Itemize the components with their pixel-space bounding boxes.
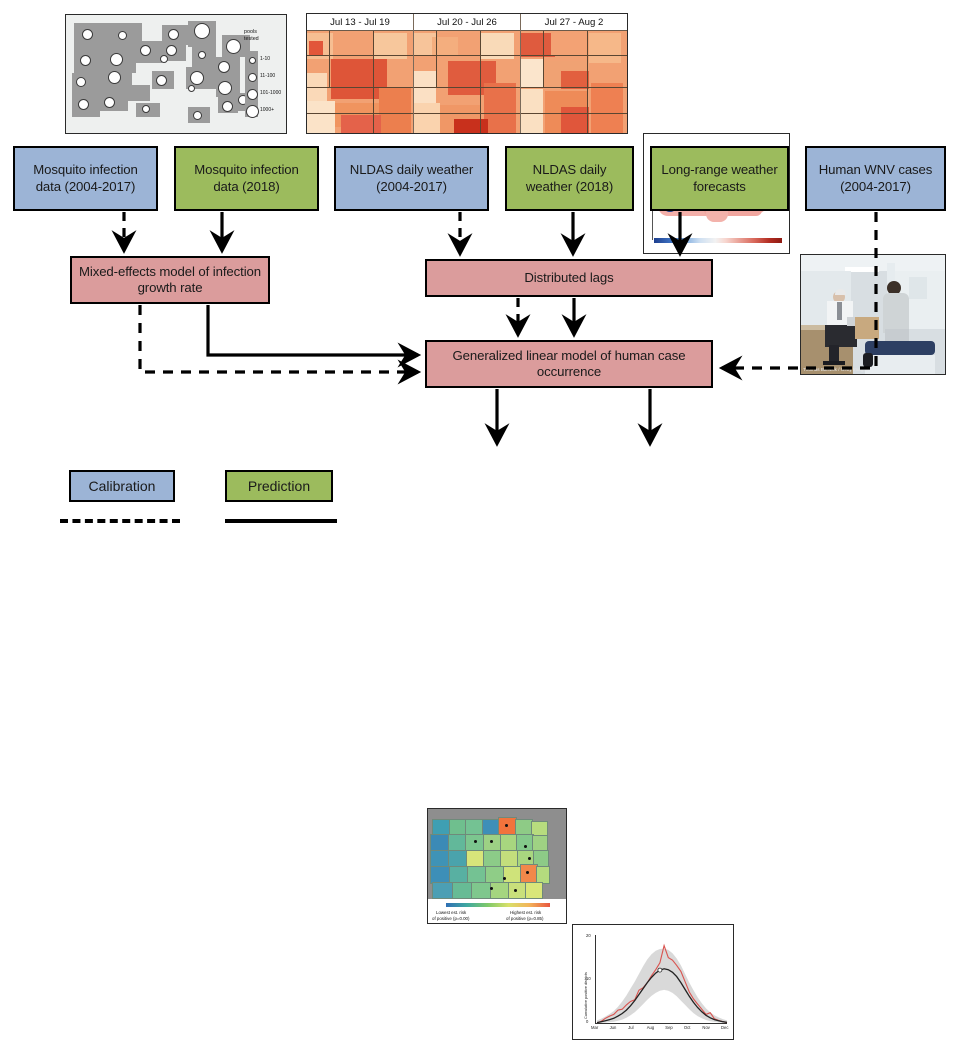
noaa-colorbar — [654, 238, 782, 243]
legend-swatch-calibration: Calibration — [69, 470, 175, 502]
epi-x-tick: Sep — [665, 1025, 673, 1030]
input-box-nldas-weather-2018[interactable]: NLDAS daily weather (2018) — [505, 146, 634, 211]
risk-legend-low-line2: of positive (p=0.00) — [432, 916, 470, 921]
input-box-mosquito-infection-2004-2017[interactable]: Mosquito infection data (2004-2017) — [13, 146, 158, 211]
epi-y-tick: 0 — [586, 1019, 589, 1024]
epi-x-tick: Mar — [591, 1025, 599, 1030]
epi-y-tick: 20 — [586, 933, 591, 938]
weather-panel-title-1: Jul 20 - Jul 26 — [414, 14, 520, 31]
legend-line-calibration — [60, 519, 180, 523]
pools-legend-class-0: 1-10 — [260, 56, 271, 62]
pools-tested-map-panel: pools tested 1-10 11-100 101-1000 1000+ — [65, 14, 287, 134]
weather-panel-2: Jul 27 - Aug 2 — [521, 14, 627, 133]
legend-label-prediction: Prediction — [247, 478, 311, 494]
legend-label-calibration: Calibration — [88, 478, 156, 494]
epi-x-tick: Oct — [683, 1025, 691, 1030]
input-box-label: NLDAS daily weather (2004-2017) — [349, 162, 474, 194]
model-box-distributed-lags[interactable]: Distributed lags — [425, 259, 713, 297]
input-box-mosquito-infection-2018[interactable]: Mosquito infection data (2018) — [174, 146, 319, 211]
photo-credit: Thomas Barwick / Getty Images — [803, 367, 869, 372]
weather-panel-title-0: Jul 13 - Jul 19 — [307, 14, 413, 31]
input-box-label: NLDAS daily weather (2018) — [525, 162, 614, 194]
epi-curve-panel: Cumulative positive districts Mar Jun Jul A… — [572, 924, 734, 1040]
input-box-label: Human WNV cases (2004-2017) — [818, 162, 933, 194]
input-box-label: Long-range weather forecasts — [661, 162, 778, 194]
input-box-label: Mosquito infection data (2004-2017) — [33, 162, 138, 194]
clinic-photo-panel: Thomas Barwick / Getty Images — [800, 254, 946, 375]
input-box-label: Mosquito infection data (2018) — [194, 162, 299, 194]
pools-legend-title-line1: pools — [244, 29, 257, 35]
pools-legend-class-3: 1000+ — [260, 107, 275, 113]
legend-swatch-prediction: Prediction — [225, 470, 333, 502]
epi-x-tick: Jul — [628, 1025, 634, 1030]
pools-legend-title-line2: tested — [244, 36, 259, 42]
model-box-label: Distributed lags — [524, 269, 614, 285]
epi-y-tick: 10 — [586, 976, 591, 981]
weather-panel-title-2: Jul 27 - Aug 2 — [521, 14, 627, 31]
risk-map-colorbar — [446, 903, 550, 907]
model-box-mixed-effects[interactable]: Mixed-effects model of infection growth … — [70, 256, 270, 304]
model-box-glm[interactable]: Generalized linear model of human case o… — [425, 340, 713, 388]
model-box-label: Generalized linear model of human case o… — [452, 347, 686, 379]
model-box-label: Mixed-effects model of infection growth … — [78, 263, 261, 295]
epi-x-tick: Dec — [721, 1025, 729, 1030]
weather-triptych-panel: Jul 13 - Jul 19 Jul 20 - Jul 26 Jul 27 -… — [306, 13, 628, 134]
pools-legend-class-2: 101-1000 — [260, 90, 282, 96]
weather-panel-1: Jul 20 - Jul 26 — [414, 14, 521, 133]
input-box-human-wnv-cases[interactable]: Human WNV cases (2004-2017) — [805, 146, 946, 211]
epi-x-tick: Nov — [702, 1025, 710, 1030]
risk-legend-high-line2: of positive (p=0.85) — [506, 916, 544, 921]
weather-panel-0: Jul 13 - Jul 19 — [307, 14, 414, 133]
pools-legend-class-1: 11-100 — [260, 73, 276, 79]
epi-x-tick: Aug — [646, 1025, 655, 1030]
epi-x-tick: Jun — [609, 1025, 617, 1030]
risk-legend-high-line1: Highest est. risk — [510, 910, 542, 915]
legend-line-prediction — [225, 519, 337, 523]
risk-legend-low-line1: Lowest est. risk — [436, 910, 467, 915]
input-box-nldas-weather-2004-2017[interactable]: NLDAS daily weather (2004-2017) — [334, 146, 489, 211]
risk-map-panel: Lowest est. risk of positive (p=0.00) Hi… — [427, 808, 567, 924]
input-box-long-range-forecasts[interactable]: Long-range weather forecasts — [650, 146, 789, 211]
diagram-canvas: pools tested 1-10 11-100 101-1000 1000+ … — [0, 0, 956, 1040]
